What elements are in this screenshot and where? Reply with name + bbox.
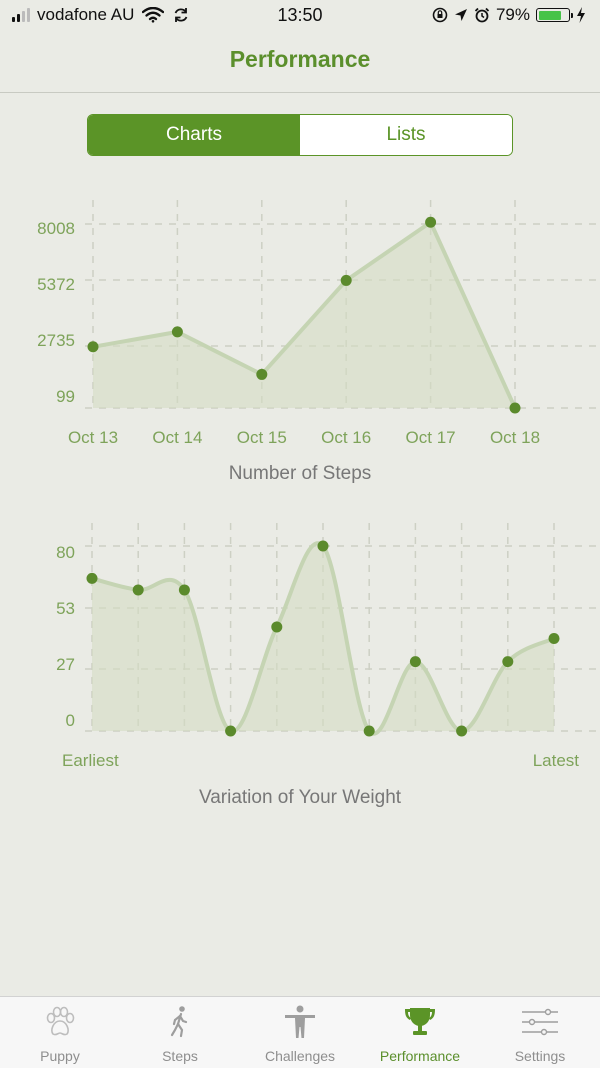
data-point	[132, 584, 144, 596]
y-tick-label: 2735	[37, 331, 75, 350]
data-point	[548, 633, 560, 644]
tab-label-performance: Performance	[379, 1048, 461, 1064]
tab-settings[interactable]: Settings	[480, 997, 600, 1068]
data-point	[317, 540, 329, 552]
steps-chart: 8008 5372 2735 99 Oct 13 Oct 14 Oct 15 Oct 16 Oc…	[37, 200, 600, 484]
data-point	[87, 341, 99, 353]
y-tick-label: 8008	[37, 219, 75, 238]
data-point	[509, 402, 521, 414]
tab-puppy[interactable]: Puppy	[0, 997, 120, 1068]
y-tick-label: 80	[56, 543, 75, 562]
x-tick-label: Oct 18	[490, 428, 540, 447]
battery-level-fill	[538, 10, 562, 20]
tab-label-settings: Settings	[514, 1048, 566, 1064]
data-point	[363, 725, 375, 737]
tab-steps[interactable]: Steps	[120, 997, 240, 1068]
navigation-bar: Performance	[0, 30, 600, 93]
person-icon	[285, 1005, 315, 1038]
walking-icon	[170, 1006, 188, 1038]
data-point	[456, 725, 468, 737]
charging-bolt-icon	[577, 7, 585, 23]
segment-charts[interactable]: Charts	[88, 115, 300, 155]
x-label-start: Earliest	[62, 751, 119, 770]
y-tick-label: 53	[56, 599, 75, 618]
data-point	[225, 725, 237, 737]
x-tick-label: Oct 13	[68, 428, 118, 447]
location-arrow-icon	[454, 9, 467, 21]
tab-label-steps: Steps	[162, 1048, 198, 1064]
tab-bar: Puppy Steps Challenges Performance Setti…	[0, 996, 600, 1068]
battery-icon	[536, 8, 573, 22]
y-tick-label: 5372	[37, 275, 75, 294]
page-title: Performance	[229, 46, 371, 72]
data-point	[271, 621, 283, 633]
x-tick-label: Oct 16	[321, 428, 371, 447]
data-point	[171, 326, 183, 338]
battery-percent: 79%	[495, 5, 530, 24]
y-tick-label: 0	[66, 711, 75, 730]
data-point	[425, 216, 437, 228]
tab-label-challenges: Challenges	[264, 1048, 336, 1064]
data-point	[86, 572, 98, 584]
data-point	[178, 584, 190, 596]
x-label-end: Latest	[533, 751, 580, 770]
data-point	[256, 368, 268, 380]
alarm-icon	[474, 7, 490, 23]
y-tick-label: 27	[56, 655, 75, 674]
weight-chart: 80 53 27 0 Earliest Latest Variation of Your W…	[56, 523, 600, 808]
segment-lists[interactable]: Lists	[300, 115, 512, 155]
paw-icon	[46, 1006, 75, 1036]
sliders-icon	[522, 1008, 558, 1036]
tab-label-puppy: Puppy	[40, 1048, 80, 1064]
area-fill	[93, 222, 515, 408]
tab-performance[interactable]: Performance	[360, 997, 480, 1068]
data-point	[502, 656, 514, 668]
x-tick-label: Oct 17	[406, 428, 456, 447]
tab-challenges[interactable]: Challenges	[240, 997, 360, 1068]
x-tick-label: Oct 15	[237, 428, 287, 447]
chart-title: Variation of Your Weight	[199, 787, 402, 808]
status-bar: vodafone AU 13:50 79%	[0, 0, 600, 30]
chart-title: Number of Steps	[229, 463, 372, 484]
y-tick-label: 99	[56, 387, 75, 406]
status-right: 79%	[432, 5, 586, 25]
trophy-icon	[405, 1008, 435, 1035]
orientation-lock-icon	[432, 7, 448, 23]
charts-lists-segmented-control: Charts Lists	[87, 114, 513, 156]
x-tick-label: Oct 14	[152, 428, 202, 447]
data-point	[340, 274, 352, 286]
data-point	[409, 656, 421, 668]
